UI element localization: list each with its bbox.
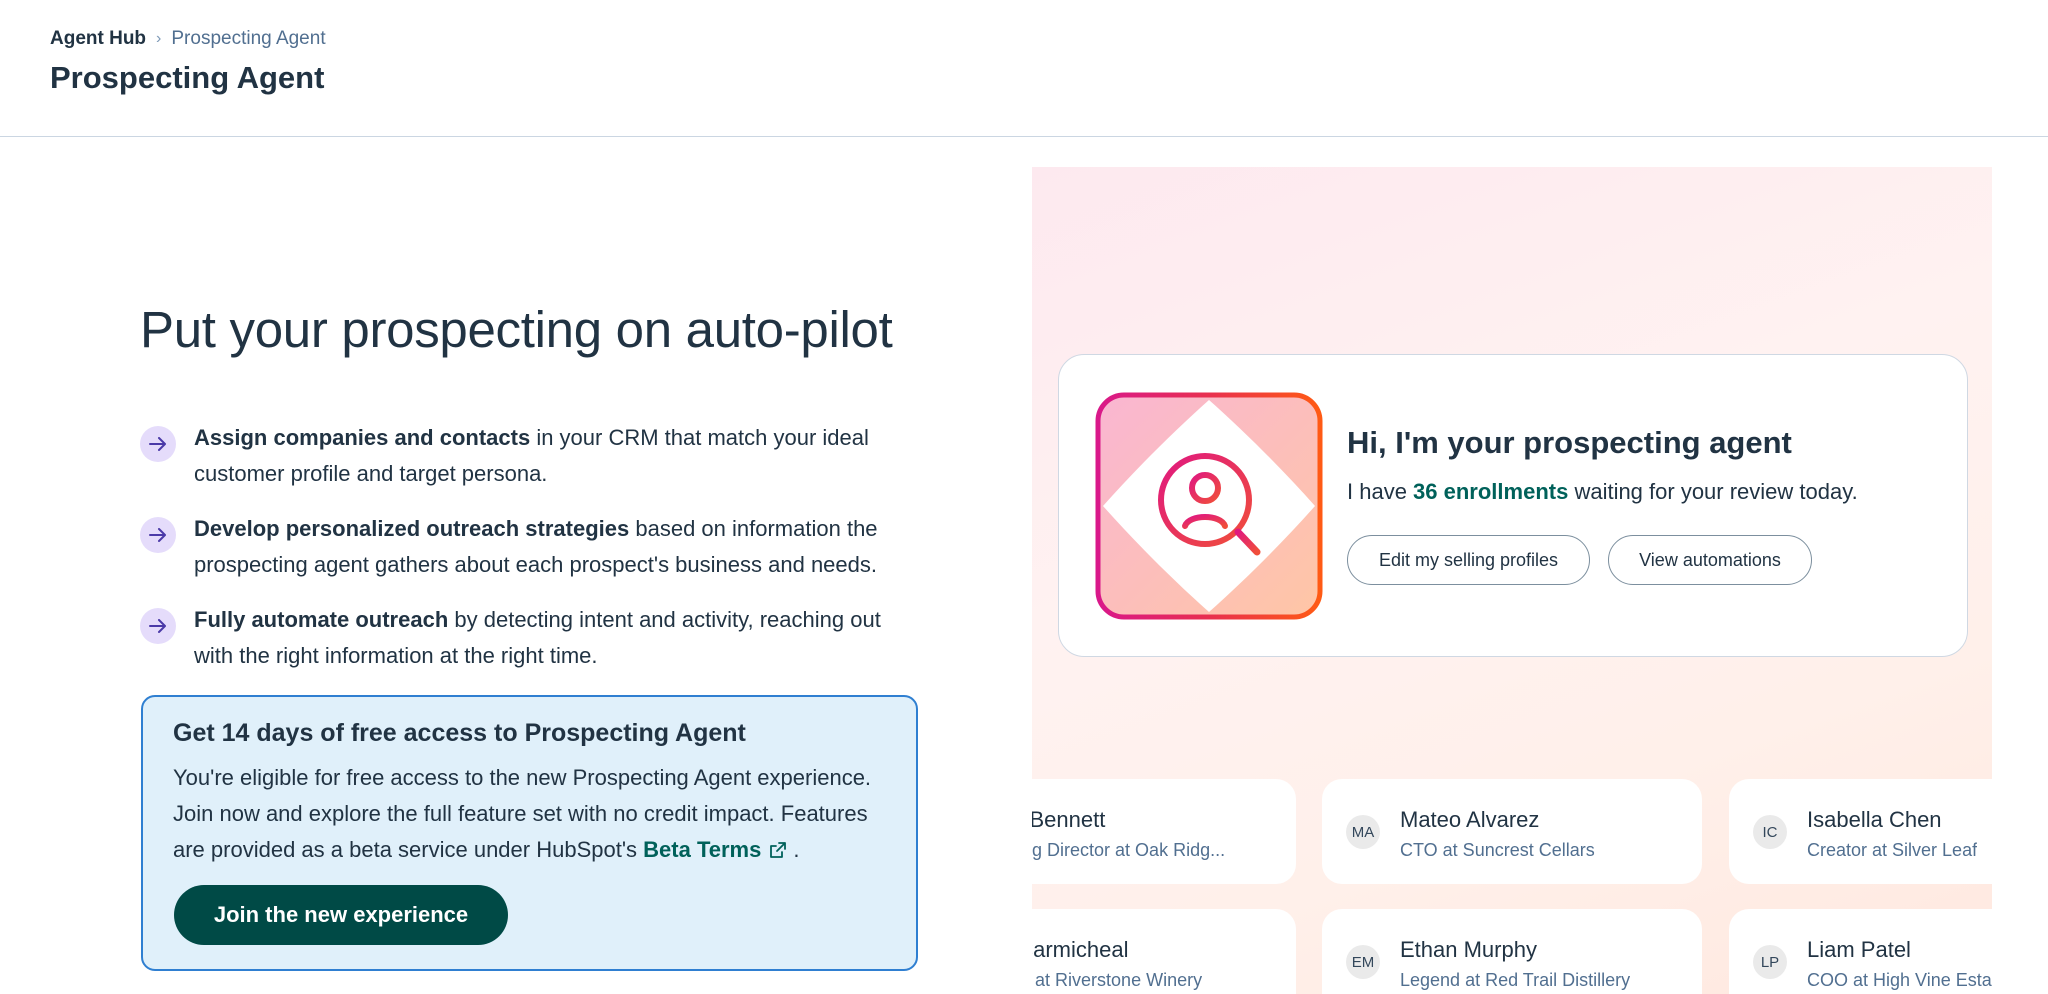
contact-role: Legend at Red Trail Distillery (1400, 970, 1631, 990)
arrow-right-icon (140, 517, 176, 553)
contact-avatar: EM (1346, 945, 1380, 979)
breadcrumb-agent-hub-link[interactable]: Agent Hub (50, 28, 146, 50)
external-link-icon (769, 834, 787, 870)
breadcrumb-current: Prospecting Agent (171, 28, 326, 49)
free-access-promo: Get 14 days of free access to Prospectin… (141, 695, 918, 971)
contact-avatar: MA (1346, 815, 1380, 849)
contact-avatar: IC (1753, 815, 1787, 849)
contact-name: Ethan Murphy (1400, 937, 1537, 962)
agent-greeting-title: Hi, I'm your prospecting agent (1347, 425, 1792, 460)
agent-card: Hi, I'm your prospecting agent I have 36… (1058, 354, 1968, 657)
feature-item: Fully automate outreach by detecting int… (140, 602, 920, 674)
promo-title: Get 14 days of free access to Prospectin… (173, 719, 746, 747)
contact-role: CTO at Suncrest Cellars (1400, 840, 1595, 860)
page-title: Prospecting Agent (50, 60, 325, 95)
feature-item: Develop personalized outreach strategies… (140, 511, 920, 583)
contact-card: SB hia Bennett keting Director at Oak Ri… (1032, 779, 1296, 884)
breadcrumb-separator: › (156, 30, 162, 47)
contact-name: Mateo Alvarez (1400, 807, 1540, 832)
arrow-right-icon (140, 426, 176, 462)
contact-name: ia Carmicheal (1032, 937, 1129, 962)
prospecting-agent-avatar-icon (1095, 392, 1323, 620)
contact-card: LP Liam Patel COO at High Vine Esta (1729, 909, 1992, 994)
feature-text: Develop personalized outreach strategies… (194, 516, 878, 577)
promo-body: You're eligible for free access to the n… (173, 760, 886, 870)
contact-role: Creator at Silver Leaf (1807, 840, 1978, 860)
contact-role: COO at High Vine Esta (1807, 970, 1992, 990)
contact-avatar: LP (1753, 945, 1787, 979)
contact-name: Liam Patel (1807, 937, 1911, 962)
beta-terms-link[interactable]: Beta Terms (643, 837, 761, 862)
contact-name: hia Bennett (1032, 807, 1106, 832)
feature-text: Assign companies and contacts in your CR… (194, 425, 869, 486)
view-automations-button[interactable]: View automations (1608, 535, 1812, 585)
page-header: Agent Hub › Prospecting Agent Prospectin… (0, 0, 2048, 137)
join-new-experience-button[interactable]: Join the new experience (174, 885, 508, 945)
edit-selling-profiles-button[interactable]: Edit my selling profiles (1347, 535, 1590, 585)
contact-card: IC Isabella Chen Creator at Silver Leaf (1729, 779, 1992, 884)
breadcrumb: Agent Hub › Prospecting Agent (50, 28, 326, 50)
hero-title: Put your prospecting on auto-pilot (140, 301, 893, 358)
contact-role: nder at Riverstone Winery (1032, 970, 1203, 990)
contact-card: AC ia Carmicheal nder at Riverstone Wine… (1032, 909, 1296, 994)
enrollments-count: 36 enrollments (1413, 479, 1569, 504)
contact-name: Isabella Chen (1807, 807, 1942, 832)
contact-card: MA Mateo Alvarez CTO at Suncrest Cellars (1322, 779, 1702, 884)
contact-role: keting Director at Oak Ridg... (1032, 840, 1226, 860)
agent-showcase-panel: Hi, I'm your prospecting agent I have 36… (1032, 167, 1992, 994)
agent-enrollments-text: I have 36 enrollments waiting for your r… (1347, 479, 1858, 504)
feature-text: Fully automate outreach by detecting int… (194, 607, 881, 668)
contact-card: EM Ethan Murphy Legend at Red Trail Dist… (1322, 909, 1702, 994)
feature-item: Assign companies and contacts in your CR… (140, 420, 920, 492)
arrow-right-icon (140, 608, 176, 644)
